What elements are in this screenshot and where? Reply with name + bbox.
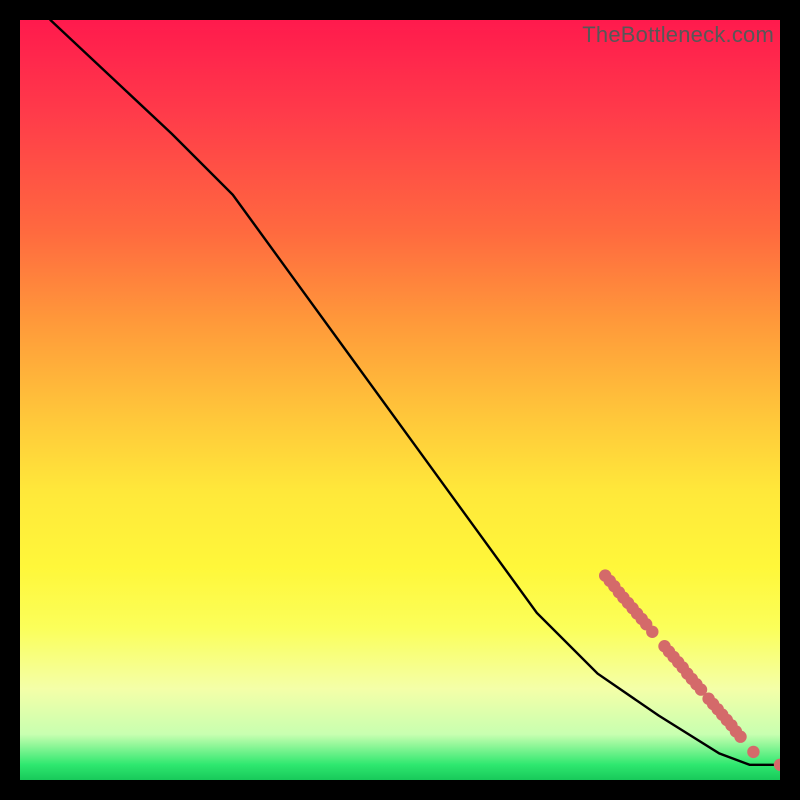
- chart-frame: TheBottleneck.com: [20, 20, 780, 780]
- gradient-background: [20, 20, 780, 780]
- watermark-text: TheBottleneck.com: [582, 22, 774, 48]
